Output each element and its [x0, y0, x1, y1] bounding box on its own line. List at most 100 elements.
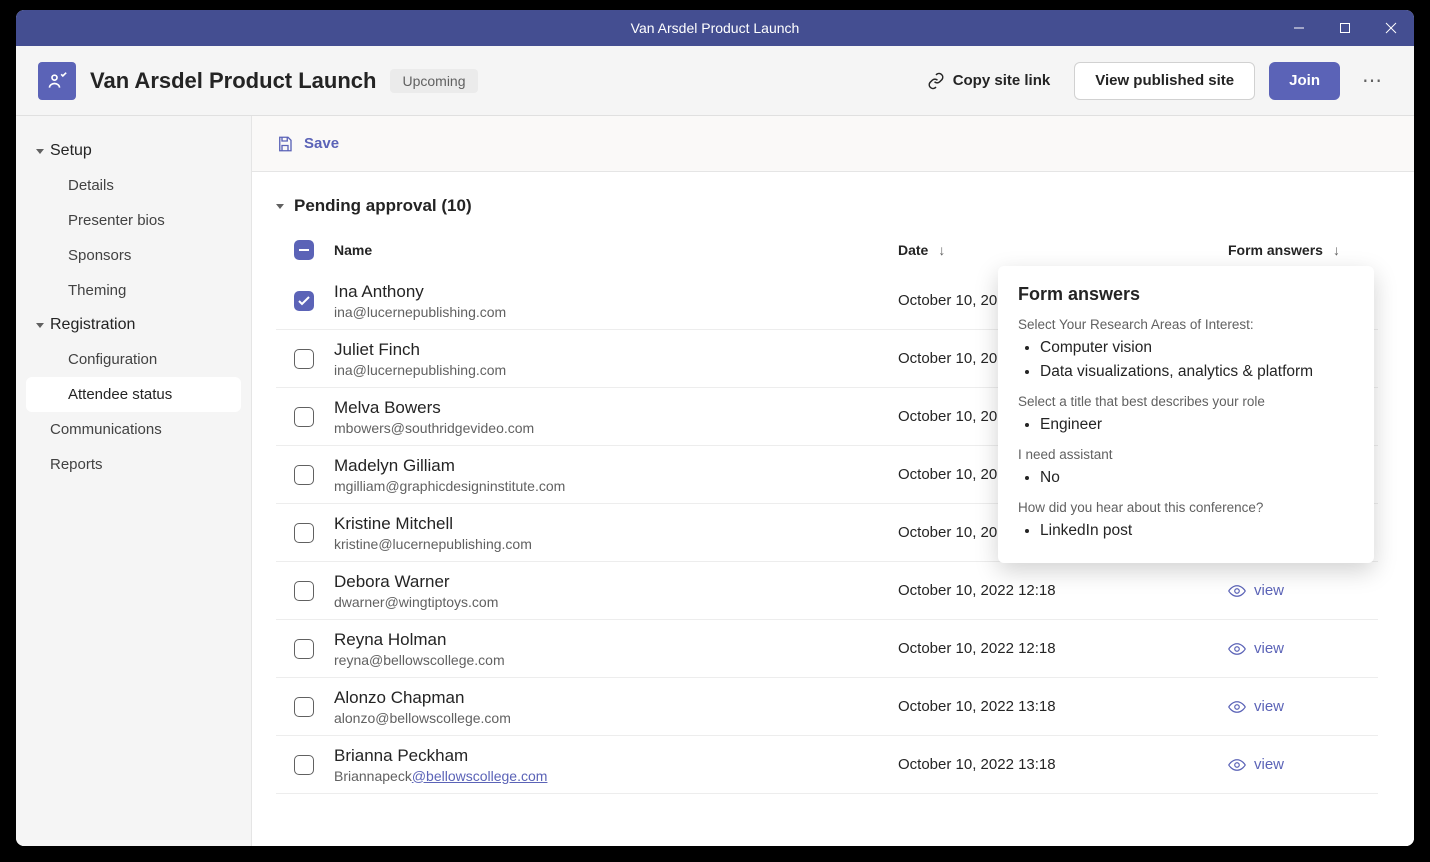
eye-icon: [1228, 643, 1246, 655]
attendee-email: mbowers@southridgevideo.com: [334, 420, 898, 436]
app-icon: [38, 62, 76, 100]
save-button[interactable]: Save: [304, 135, 339, 152]
row-checkbox[interactable]: [294, 697, 314, 717]
sidebar-item-configuration[interactable]: Configuration: [26, 342, 241, 377]
attendee-email: reyna@bellowscollege.com: [334, 652, 898, 668]
title-bar: Van Arsdel Product Launch: [16, 10, 1414, 46]
attendee-name: Kristine Mitchell: [334, 513, 898, 535]
flyout-answer: Data visualizations, analytics & platfor…: [1040, 360, 1354, 384]
table-row[interactable]: Brianna PeckhamBriannapeck@bellowscolleg…: [276, 736, 1378, 794]
row-checkbox[interactable]: [294, 407, 314, 427]
attendee-name: Madelyn Gilliam: [334, 455, 898, 477]
flyout-question: I need assistant: [1018, 447, 1354, 462]
view-published-label: View published site: [1095, 72, 1234, 89]
flyout-answer: Computer vision: [1040, 336, 1354, 360]
sidebar-item-attendee-status[interactable]: Attendee status: [26, 377, 241, 412]
app-window: Van Arsdel Product Launch Van Arsdel Pro…: [16, 10, 1414, 846]
copy-link-label: Copy site link: [953, 72, 1051, 89]
page-title: Van Arsdel Product Launch: [90, 68, 376, 94]
select-all-checkbox[interactable]: [294, 240, 314, 260]
table-row[interactable]: Debora Warnerdwarner@wingtiptoys.comOcto…: [276, 562, 1378, 620]
attendee-name: Ina Anthony: [334, 281, 898, 303]
eye-icon: [1228, 759, 1246, 771]
save-icon: [276, 135, 294, 153]
window-controls: [1276, 10, 1414, 46]
more-menu-button[interactable]: ⋯: [1354, 62, 1392, 100]
row-checkbox[interactable]: [294, 349, 314, 369]
flyout-answer: Engineer: [1040, 413, 1354, 437]
attendee-name: Juliet Finch: [334, 339, 898, 361]
flyout-question: How did you hear about this conference?: [1018, 500, 1354, 515]
registration-date: October 10, 2022 12:18: [898, 582, 1056, 599]
view-label: view: [1254, 640, 1284, 657]
more-icon: ⋯: [1362, 68, 1384, 93]
sidebar-item-sponsors[interactable]: Sponsors: [26, 238, 241, 273]
view-answers-link[interactable]: view: [1228, 582, 1284, 599]
sidebar-group-registration[interactable]: Registration: [22, 308, 245, 342]
caret-down-icon: [276, 204, 284, 209]
attendee-name: Alonzo Chapman: [334, 687, 898, 709]
view-answers-link[interactable]: view: [1228, 640, 1284, 657]
main-panel: Save Pending approval (10): [252, 116, 1414, 846]
caret-down-icon: [36, 323, 44, 328]
view-label: view: [1254, 582, 1284, 599]
window-title: Van Arsdel Product Launch: [631, 20, 800, 36]
app-header: Van Arsdel Product Launch Upcoming Copy …: [16, 46, 1414, 116]
sidebar-item-communications[interactable]: Communications: [26, 412, 241, 447]
column-date-header[interactable]: Date: [898, 242, 928, 258]
row-checkbox[interactable]: [294, 581, 314, 601]
join-button[interactable]: Join: [1269, 62, 1340, 100]
attendee-name: Reyna Holman: [334, 629, 898, 651]
maximize-button[interactable]: [1322, 10, 1368, 46]
sidebar-item-reports[interactable]: Reports: [26, 447, 241, 482]
view-published-button[interactable]: View published site: [1074, 62, 1255, 100]
attendee-email: Briannapeck@bellowscollege.com: [334, 768, 898, 784]
sidebar-item-details[interactable]: Details: [26, 168, 241, 203]
email-link[interactable]: @bellowscollege.com: [412, 768, 548, 784]
row-checkbox[interactable]: [294, 755, 314, 775]
row-checkbox[interactable]: [294, 465, 314, 485]
sidebar-item-presenter-bios[interactable]: Presenter bios: [26, 203, 241, 238]
attendee-email: mgilliam@graphicdesigninstitute.com: [334, 478, 898, 494]
table-row[interactable]: Alonzo Chapmanalonzo@bellowscollege.comO…: [276, 678, 1378, 736]
flyout-answer: LinkedIn post: [1040, 519, 1354, 543]
section-title: Pending approval: [294, 196, 437, 215]
registration-date: October 10, 2022 12:18: [898, 640, 1056, 657]
registration-date: October 10, 2022 13:18: [898, 756, 1056, 773]
section-count: (10): [441, 196, 471, 215]
app-body: Setup Details Presenter bios Sponsors Th…: [16, 116, 1414, 846]
minimize-button[interactable]: [1276, 10, 1322, 46]
flyout-answer: No: [1040, 466, 1354, 490]
row-checkbox[interactable]: [294, 639, 314, 659]
attendee-name: Brianna Peckham: [334, 745, 898, 767]
status-badge: Upcoming: [390, 69, 477, 93]
attendee-email: ina@lucernepublishing.com: [334, 304, 898, 320]
column-name-header[interactable]: Name: [334, 242, 898, 258]
event-icon: [47, 71, 67, 91]
view-answers-link[interactable]: view: [1228, 756, 1284, 773]
attendee-email: dwarner@wingtiptoys.com: [334, 594, 898, 610]
sidebar-item-theming[interactable]: Theming: [26, 273, 241, 308]
flyout-question: Select Your Research Areas of Interest:: [1018, 317, 1354, 332]
column-answers-header[interactable]: Form answers: [1228, 242, 1323, 258]
sidebar-group-setup[interactable]: Setup: [22, 134, 245, 168]
caret-down-icon: [36, 149, 44, 154]
eye-icon: [1228, 701, 1246, 713]
view-answers-link[interactable]: view: [1228, 698, 1284, 715]
section-header[interactable]: Pending approval (10): [276, 190, 1378, 230]
sidebar-group-setup-label: Setup: [50, 142, 92, 160]
sidebar-group-registration-label: Registration: [50, 316, 135, 334]
table-row[interactable]: Reyna Holmanreyna@bellowscollege.comOcto…: [276, 620, 1378, 678]
attendee-email: alonzo@bellowscollege.com: [334, 710, 898, 726]
sort-down-icon: ↓: [938, 242, 945, 258]
sidebar: Setup Details Presenter bios Sponsors Th…: [16, 116, 252, 846]
link-icon: [927, 72, 945, 90]
registration-date: October 10, 2022 13:18: [898, 698, 1056, 715]
indeterminate-icon: [299, 249, 309, 251]
row-checkbox[interactable]: [294, 523, 314, 543]
minimize-icon: [1293, 22, 1305, 34]
check-icon: [298, 296, 310, 306]
close-button[interactable]: [1368, 10, 1414, 46]
row-checkbox[interactable]: [294, 291, 314, 311]
copy-site-link-button[interactable]: Copy site link: [917, 72, 1061, 90]
